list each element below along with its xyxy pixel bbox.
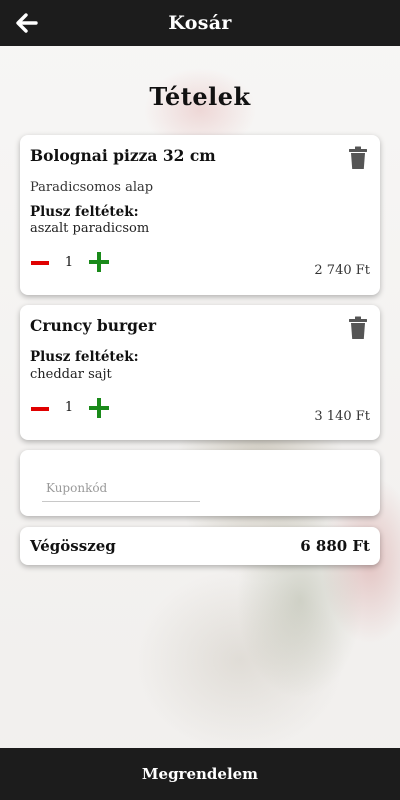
extras-label: Plusz feltétek:: [30, 204, 139, 220]
order-button[interactable]: Megrendelem: [0, 748, 400, 800]
extras-label: Plusz feltétek:: [30, 349, 139, 365]
decrease-quantity-button[interactable]: [30, 253, 50, 273]
total-label: Végösszeg: [30, 537, 116, 555]
arrow-left-icon: [16, 13, 38, 33]
item-price: 2 740 Ft: [314, 263, 370, 278]
item-price: 3 140 Ft: [314, 409, 370, 424]
section-heading: Tételek: [149, 82, 251, 111]
item-name: Cruncy burger: [30, 316, 157, 335]
coupon-code-input[interactable]: [42, 474, 200, 502]
page-title: Kosár: [168, 12, 232, 34]
item-description: Paradicsomos alap: [30, 180, 154, 195]
quantity-value: 1: [64, 400, 74, 415]
increase-quantity-button[interactable]: [88, 251, 110, 273]
decrease-quantity-button[interactable]: [30, 399, 50, 419]
trash-icon[interactable]: [348, 146, 368, 170]
extras-value: aszalt paradicsom: [30, 221, 150, 236]
extras-value: cheddar sajt: [30, 367, 112, 382]
trash-icon[interactable]: [348, 316, 368, 340]
cart-item: Cruncy burger Plusz feltétek: cheddar sa…: [20, 305, 380, 440]
coupon-card: [20, 450, 380, 516]
cart-item: Bolognai pizza 32 cm Paradicsomos alap P…: [20, 135, 380, 295]
quantity-value: 1: [64, 255, 74, 270]
top-bar: Kosár: [0, 0, 400, 46]
increase-quantity-button[interactable]: [88, 397, 110, 419]
back-button[interactable]: [14, 10, 40, 36]
order-button-label: Megrendelem: [141, 765, 259, 783]
total-value: 6 880 Ft: [300, 537, 370, 555]
total-card: Végösszeg 6 880 Ft: [20, 527, 380, 565]
item-name: Bolognai pizza 32 cm: [30, 146, 216, 165]
